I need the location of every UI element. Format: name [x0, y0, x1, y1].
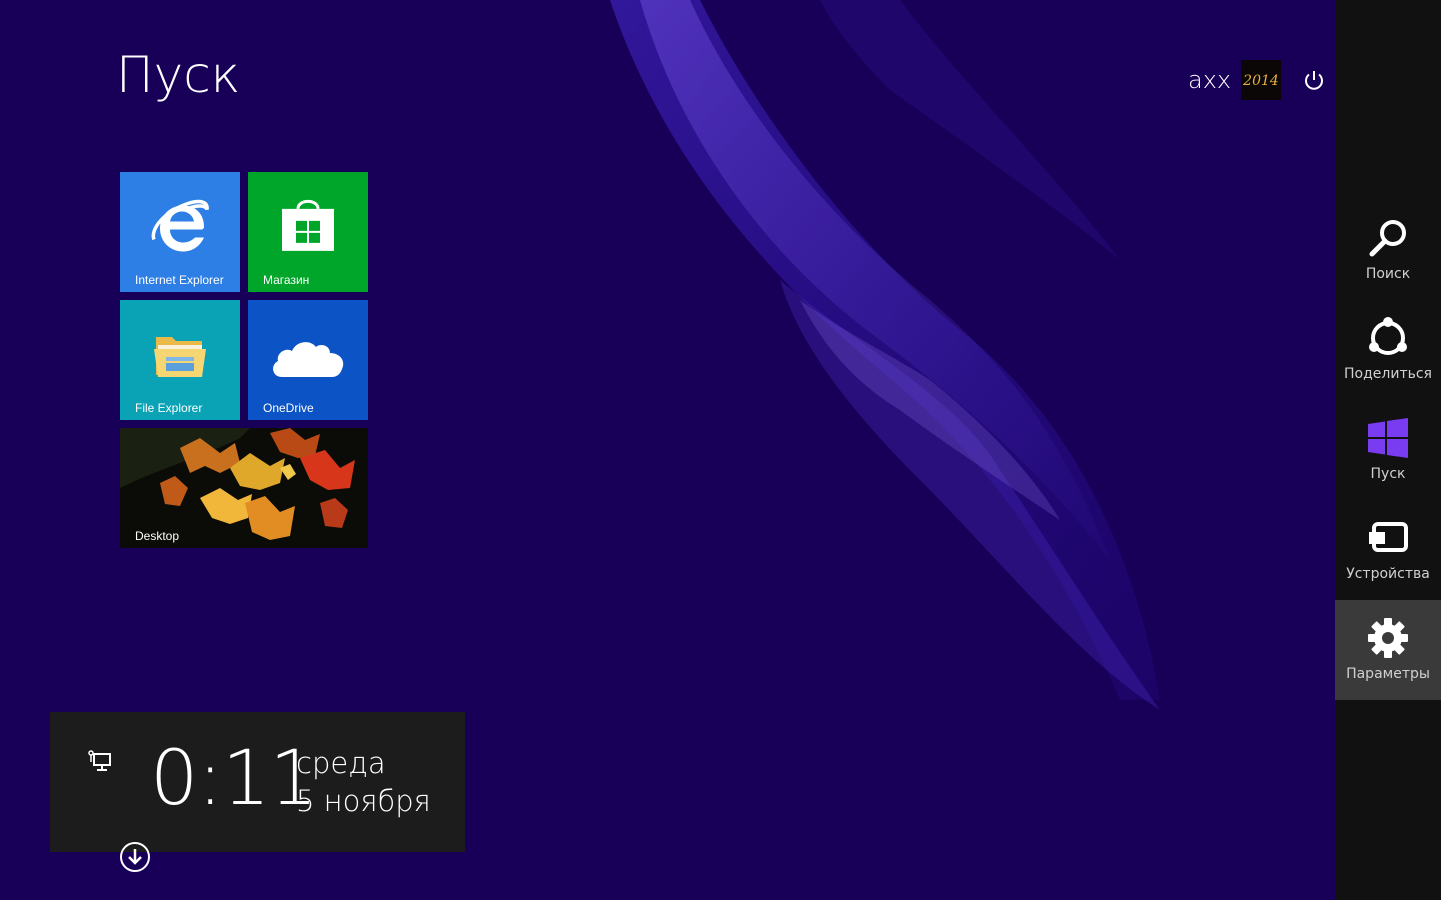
user-avatar[interactable]: 2014 [1241, 60, 1282, 100]
charm-label: Поиск [1365, 266, 1411, 282]
tile-label: Магазин [263, 273, 310, 287]
clock-date: 5 ноября [296, 784, 431, 818]
onedrive-icon [273, 342, 344, 377]
windows-logo-icon [1368, 418, 1408, 458]
clock-time: 0:11 [150, 733, 318, 822]
user-name[interactable]: axx [1188, 66, 1231, 94]
start-title: Пуск [116, 46, 241, 104]
charm-share[interactable]: Поделиться [1335, 300, 1441, 400]
charm-label: Параметры [1346, 666, 1430, 682]
tile-label: File Explorer [135, 401, 203, 415]
charm-label: Пуск [1370, 466, 1406, 482]
tile-label: OneDrive [263, 401, 314, 415]
avatar-image: 2014 [1241, 60, 1282, 100]
tile-desktop[interactable]: Desktop [120, 428, 368, 548]
settings-gear-icon [1368, 618, 1408, 658]
tile-label: Desktop [135, 529, 180, 543]
tile-store[interactable]: Магазин [248, 172, 368, 292]
store-icon [282, 199, 334, 251]
search-icon [1369, 220, 1406, 257]
charm-devices[interactable]: Устройства [1335, 500, 1441, 600]
charm-settings[interactable]: Параметры [1335, 600, 1441, 700]
charm-start[interactable]: Пуск [1335, 400, 1441, 500]
tile-label: Internet Explorer [135, 273, 224, 287]
share-icon [1369, 317, 1407, 355]
charms-bar: Поиск Поделиться Пуск Устройства Парамет… [1335, 0, 1441, 900]
devices-icon [1369, 522, 1408, 552]
charm-label: Устройства [1346, 566, 1430, 582]
tile-onedrive[interactable]: OneDrive [248, 300, 368, 420]
user-account[interactable]: axx 2014 [1188, 60, 1282, 100]
clock-day: среда [296, 746, 386, 780]
charm-label: Поделиться [1344, 366, 1432, 382]
network-icon [88, 750, 111, 771]
all-apps-arrow-icon[interactable] [119, 841, 151, 873]
tile-file-explorer[interactable]: File Explorer [120, 300, 240, 420]
power-icon[interactable] [1302, 68, 1326, 92]
charm-search[interactable]: Поиск [1335, 200, 1441, 300]
avatar-text: 2014 [1242, 73, 1279, 89]
file-explorer-icon [154, 337, 206, 377]
tile-internet-explorer[interactable]: Internet Explorer [120, 172, 240, 292]
internet-explorer-icon [151, 199, 209, 252]
clock-panel: 0:11 среда 5 ноября [50, 712, 465, 852]
